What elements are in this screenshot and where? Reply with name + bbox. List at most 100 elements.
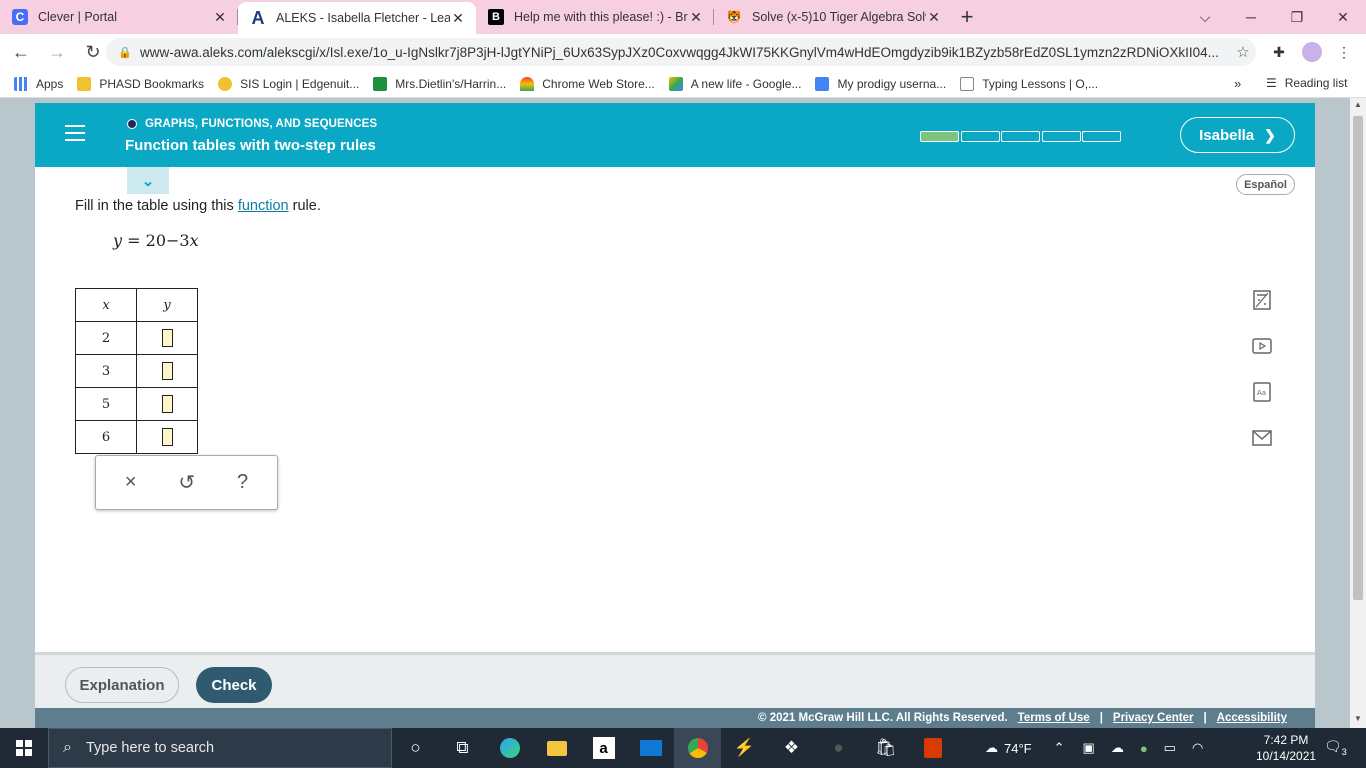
tab-aleks[interactable]: A ALEKS - Isabella Fletcher - Learn ✕ <box>238 2 476 34</box>
bookmark-apps[interactable]: Apps <box>14 76 63 91</box>
notifications-icon[interactable]: 🗨3 <box>1324 738 1347 757</box>
terms-link[interactable]: Terms of Use <box>1018 712 1090 724</box>
clock[interactable]: 7:42 PM 10/14/2021 <box>1256 732 1316 764</box>
progress-segment <box>960 131 1000 142</box>
espanol-button[interactable]: Español <box>1236 174 1295 195</box>
question-prompt: Fill in the table using this function ru… <box>75 198 321 214</box>
close-tab-icon[interactable]: ✕ <box>926 9 942 26</box>
bookmark-new-life[interactable]: A new life - Google... <box>668 76 801 91</box>
function-link[interactable]: function <box>238 198 289 214</box>
y-answer-cell[interactable] <box>136 420 198 454</box>
battery-icon[interactable]: ▭ <box>1164 740 1176 756</box>
chrome-icon[interactable] <box>674 728 721 768</box>
user-menu-button[interactable]: Isabella ❯ <box>1180 117 1295 153</box>
classroom-icon <box>373 76 388 91</box>
tab-clever[interactable]: C Clever | Portal ✕ <box>0 0 238 34</box>
clear-button[interactable]: × <box>125 471 137 494</box>
menu-dots-icon[interactable]: ⋮ <box>1334 42 1354 62</box>
weather-temp[interactable]: 74°F <box>1004 741 1032 756</box>
google-drive-icon <box>668 76 683 91</box>
taskbar-search-input[interactable]: ⌕ Type here to search <box>48 728 392 768</box>
y-answer-cell[interactable] <box>136 387 198 421</box>
app-icon[interactable]: ● <box>815 728 862 768</box>
help-button[interactable]: ? <box>237 471 248 494</box>
message-icon[interactable] <box>1249 425 1275 451</box>
weather-icon[interactable]: ☁ <box>985 740 998 756</box>
close-tab-icon[interactable]: ✕ <box>450 10 466 27</box>
function-rule: y = 20−3x <box>113 231 199 250</box>
address-bar[interactable]: 🔒 www-awa.aleks.com/alekscgi/x/Isl.exe/1… <box>106 38 1256 66</box>
tab-brainly[interactable]: B Help me with this please! :) - Brai ✕ <box>476 0 714 34</box>
hamburger-menu-icon[interactable] <box>65 125 85 141</box>
scrollbar-thumb[interactable] <box>1353 116 1363 600</box>
bookmark-mrs-dietlin[interactable]: Mrs.Dietlin's/Harrin... <box>373 76 506 91</box>
chevron-down-icon: ❯ <box>1264 126 1276 143</box>
file-explorer-icon[interactable] <box>533 728 580 768</box>
new-tab-button[interactable]: + <box>952 0 982 34</box>
accessibility-link[interactable]: Accessibility <box>1217 712 1287 724</box>
windows-start-icon[interactable] <box>0 728 48 768</box>
onedrive-icon[interactable]: ☁ <box>1111 740 1124 756</box>
topic-header: GRAPHS, FUNCTIONS, AND SEQUENCES Functio… <box>35 103 1315 167</box>
restore-button[interactable]: ❐ <box>1274 0 1320 34</box>
google-docs-icon <box>815 76 830 91</box>
table-row: 6 <box>75 420 198 454</box>
video-icon[interactable] <box>1249 333 1275 359</box>
copyright-bar: © 2021 McGraw Hill LLC. All Rights Reser… <box>35 708 1315 728</box>
reading-list[interactable]: ☰ Reading list <box>1266 76 1347 90</box>
close-tab-icon[interactable]: ✕ <box>688 9 704 26</box>
apps-grid-icon <box>14 76 28 91</box>
avatar[interactable] <box>1302 42 1322 62</box>
y-answer-input[interactable] <box>161 428 173 446</box>
bookmark-star-icon[interactable]: ☆ <box>1230 43 1256 61</box>
amazon-icon[interactable]: a <box>580 728 627 768</box>
progress-segment <box>1001 131 1040 142</box>
scroll-down-icon[interactable]: ▼ <box>1350 714 1366 723</box>
store-icon[interactable]: 🛍 <box>862 728 909 768</box>
dictionary-icon[interactable]: Aa <box>1249 379 1275 405</box>
chevron-up-icon[interactable]: ⌃ <box>1054 740 1065 756</box>
bookmark-sis-login[interactable]: SIS Login | Edgenuit... <box>218 76 359 91</box>
check-button[interactable]: Check <box>196 667 272 703</box>
task-view-icon[interactable]: ⧉ <box>439 728 486 768</box>
y-answer-cell[interactable] <box>136 354 198 388</box>
extensions-icon[interactable]: ✚ <box>1269 42 1289 62</box>
more-bookmarks-icon[interactable]: » <box>1234 76 1241 91</box>
bookmark-phasd[interactable]: PHASD Bookmarks <box>77 76 204 91</box>
forward-icon[interactable]: → <box>42 37 72 67</box>
y-answer-input[interactable] <box>161 362 173 380</box>
tab-search-chevron-icon[interactable]: ⌵ <box>1182 0 1228 34</box>
close-window-button[interactable]: ✕ <box>1320 0 1366 34</box>
wifi-icon[interactable]: ◠ <box>1192 740 1203 756</box>
back-icon[interactable]: ← <box>6 37 36 67</box>
topic-dropdown-chevron-icon[interactable]: ⌄ <box>127 167 169 194</box>
dropbox-icon[interactable]: ❖ <box>768 728 815 768</box>
privacy-link[interactable]: Privacy Center <box>1113 712 1194 724</box>
scroll-up-icon[interactable]: ▲ <box>1350 100 1366 109</box>
y-answer-input[interactable] <box>161 329 173 347</box>
bookmark-prodigy[interactable]: My prodigy userna... <box>815 76 946 91</box>
app-icon[interactable]: ⚡ <box>721 728 768 768</box>
calculator-icon[interactable] <box>1249 287 1275 313</box>
page-scrollbar[interactable]: ▲ ▼ <box>1350 98 1366 728</box>
action-footer: Explanation Check <box>35 652 1315 708</box>
tab-tiger-algebra[interactable]: 🐯 Solve (x-5)10 Tiger Algebra Solve ✕ <box>714 0 952 34</box>
close-tab-icon[interactable]: ✕ <box>212 9 228 26</box>
mail-icon[interactable] <box>627 728 674 768</box>
bookmark-typing-lessons[interactable]: Typing Lessons | O,... <box>960 76 1098 91</box>
edge-icon[interactable] <box>486 728 533 768</box>
undo-button[interactable]: ↺ <box>178 470 195 495</box>
y-answer-input[interactable] <box>161 395 173 413</box>
cortana-icon[interactable]: ○ <box>392 728 439 768</box>
reload-icon[interactable]: ↻ <box>78 37 108 67</box>
minimize-button[interactable]: ─ <box>1228 0 1274 34</box>
tray-app-icon[interactable]: ● <box>1140 741 1148 756</box>
y-answer-cell[interactable] <box>136 321 198 355</box>
url-text[interactable]: www-awa.aleks.com/alekscgi/x/Isl.exe/1o_… <box>140 45 1230 60</box>
table-row: 5 <box>75 387 198 421</box>
device-icon[interactable]: ▣ <box>1083 740 1095 756</box>
office-icon[interactable] <box>909 728 956 768</box>
bookmark-chrome-web-store[interactable]: Chrome Web Store... <box>520 76 655 91</box>
lock-icon[interactable]: 🔒 <box>118 46 132 59</box>
explanation-button[interactable]: Explanation <box>65 667 179 703</box>
